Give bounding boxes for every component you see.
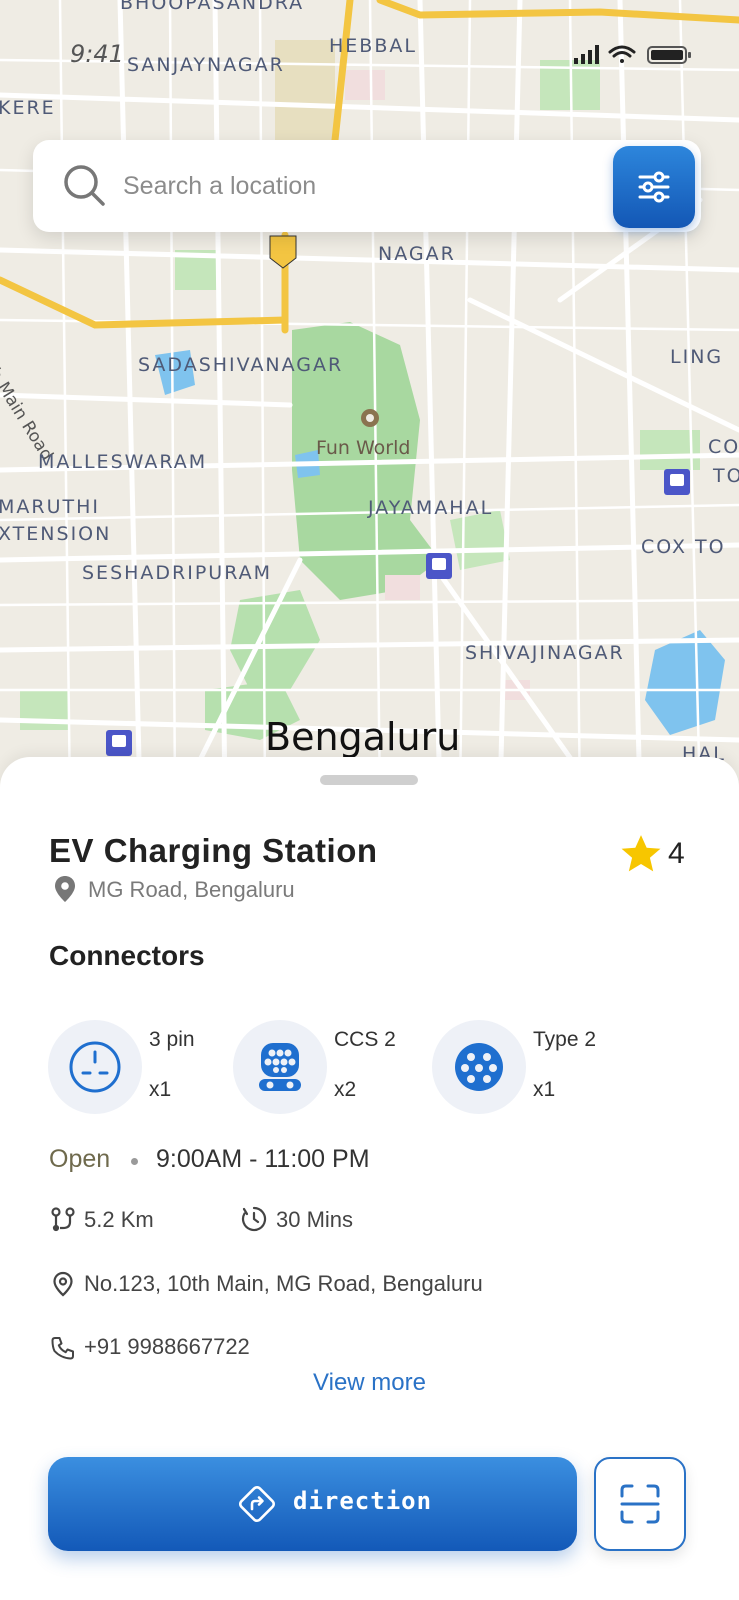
map-label-sanjaynagar: SANJAYNAGAR <box>127 54 285 76</box>
connector-count: x1 <box>533 1078 556 1101</box>
address-pin-icon <box>53 1271 73 1297</box>
connector-3pin[interactable]: 3 pin x1 <box>48 1020 218 1114</box>
status-icons <box>574 45 691 64</box>
wifi-icon <box>608 45 636 63</box>
map-label-co: CO <box>708 436 739 458</box>
sliders-icon <box>638 171 670 203</box>
distance-text: 5.2 Km <box>84 1207 154 1232</box>
phone-text[interactable]: +91 9988667722 <box>84 1334 250 1360</box>
direction-button[interactable]: direction <box>48 1457 577 1551</box>
map-label-sadashivanagar: SADASHIVANAGAR <box>138 354 344 376</box>
duration-text: 30 Mins <box>276 1207 354 1232</box>
view-more-link[interactable]: View more <box>0 1369 739 1397</box>
connector-name: 3 pin <box>149 1028 195 1051</box>
battery-icon <box>647 46 691 64</box>
rating-value: 4 <box>668 837 685 870</box>
station-title: EV Charging Station <box>49 832 378 869</box>
scan-icon <box>620 1484 660 1524</box>
search-bar[interactable] <box>33 140 701 232</box>
map-label-bhoopasandra: BHOOPASANDRA <box>120 0 305 14</box>
route-icon <box>51 1207 75 1232</box>
screen: BHOOPASANDRA HEBBAL SANJAYNAGAR KERE NAG… <box>0 0 739 1600</box>
opening-hours: 9:00AM - 11:00 PM <box>156 1145 370 1173</box>
plug-type2-icon <box>455 1043 503 1091</box>
open-status: Open <box>49 1145 111 1173</box>
plug-ccs2-icon <box>259 1043 301 1091</box>
scan-button[interactable] <box>594 1457 686 1551</box>
map-label-nagar: NAGAR <box>378 243 456 265</box>
direction-icon <box>238 1485 276 1523</box>
connector-count: x2 <box>334 1078 357 1101</box>
plug-3pin-icon <box>69 1041 121 1093</box>
address-text: No.123, 10th Main, MG Road, Bengaluru <box>84 1271 483 1296</box>
search-icon <box>64 165 105 206</box>
connector-ccs2[interactable]: CCS 2 x2 <box>233 1020 413 1114</box>
map-label-seshadripuram: SESHADRIPURAM <box>82 562 273 584</box>
status-time: 9:41 <box>70 40 124 68</box>
map-label-cox-town: COX TO <box>641 536 726 558</box>
map-label-jayamahal: JAYAMAHAL <box>368 497 494 519</box>
map-label-to: TO <box>713 465 739 487</box>
station-subtitle: MG Road, Bengaluru <box>88 877 295 902</box>
connector-icon-wrap <box>432 1020 526 1114</box>
map-label-maruthi: MARUTHI <box>0 496 100 518</box>
connector-count: x1 <box>149 1078 172 1101</box>
map-label-linga: LING <box>670 346 724 368</box>
map-view[interactable]: BHOOPASANDRA HEBBAL SANJAYNAGAR KERE NAG… <box>0 0 739 800</box>
direction-label: direction <box>293 1487 433 1515</box>
connector-name: Type 2 <box>533 1028 597 1051</box>
search-input[interactable] <box>123 160 623 212</box>
map-label-shivajinagar: SHIVAJINAGAR <box>465 642 625 664</box>
connector-name: CCS 2 <box>334 1028 396 1051</box>
map-label-extension: XTENSION <box>0 523 112 545</box>
phone-icon <box>51 1337 74 1360</box>
map-label-fun-world: Fun World <box>316 437 411 459</box>
filter-button[interactable] <box>613 146 695 228</box>
map-background <box>0 0 739 800</box>
cellular-signal-icon <box>574 45 599 64</box>
connector-icon-wrap <box>48 1020 142 1114</box>
map-label-city: Bengaluru <box>265 715 461 759</box>
connector-type2[interactable]: Type 2 x1 <box>432 1020 622 1114</box>
separator-dot <box>131 1158 138 1165</box>
star-icon <box>621 835 661 872</box>
location-pin-icon <box>55 876 75 902</box>
connectors-heading: Connectors <box>49 940 205 971</box>
connector-icon-wrap <box>233 1020 327 1114</box>
timer-icon <box>241 1206 267 1232</box>
map-label-malleswaram: MALLESWARAM <box>38 451 208 473</box>
map-label-hebbal: HEBBAL <box>329 35 417 57</box>
map-label-kere: KERE <box>0 97 56 119</box>
drag-handle[interactable] <box>320 775 418 785</box>
